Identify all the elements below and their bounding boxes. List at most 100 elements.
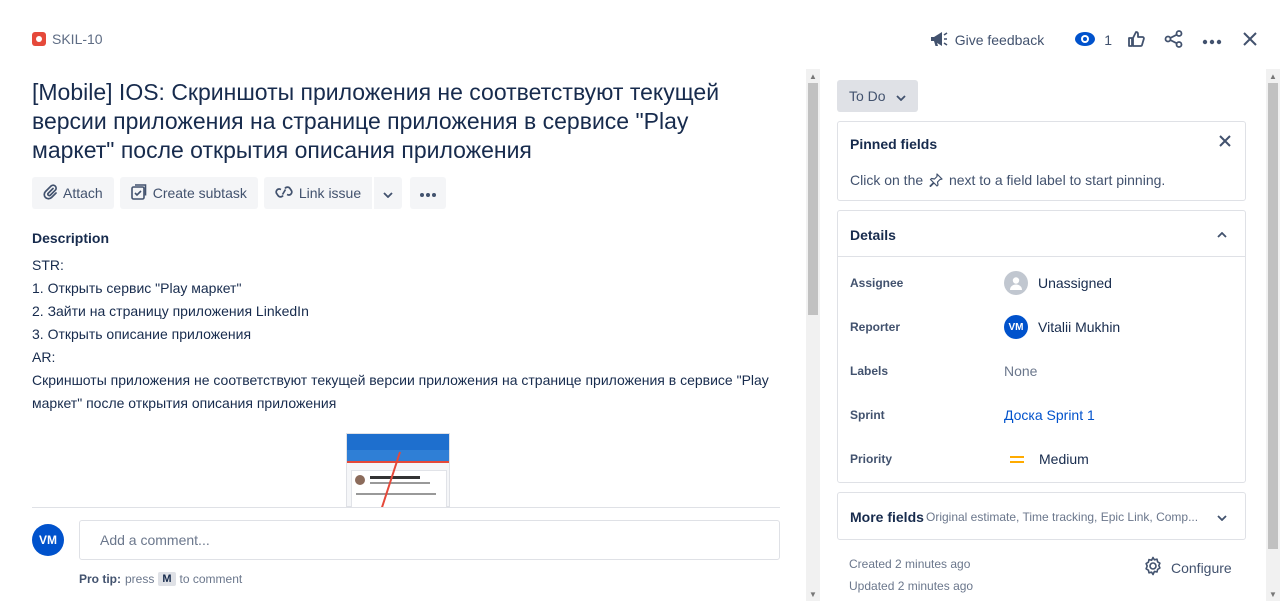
subtask-icon (130, 183, 147, 203)
share-icon (1164, 29, 1184, 51)
description-line: 1. Открыть сервис "Play маркет" (32, 280, 242, 296)
configure-label: Configure (1171, 559, 1232, 576)
scroll-down-icon[interactable]: ▼ (806, 587, 820, 601)
description-line: Скриншоты приложения не соответствуют те… (32, 372, 769, 411)
created-timestamp: Created 2 minutes ago (849, 557, 971, 571)
priority-medium-icon (1010, 454, 1024, 464)
pinned-fields-hint: Click on the next to a field label to st… (850, 172, 1165, 190)
description-line: STR: (32, 257, 64, 273)
bug-type-icon (32, 32, 46, 46)
description-body[interactable]: STR: 1. Открыть сервис "Play маркет" 2. … (32, 254, 784, 415)
issue-sidebar: To Do Pinned fields Click on the next to… (837, 80, 1246, 540)
field-label: Sprint (850, 408, 885, 422)
pinned-fields-panel: Pinned fields Click on the next to a fie… (837, 121, 1246, 201)
create-subtask-button[interactable]: Create subtask (119, 177, 258, 209)
issue-header: SKIL-10 Give feedback 1 (0, 0, 1280, 80)
attachment-thumbnail[interactable] (346, 433, 450, 507)
field-reporter[interactable]: Reporter VM Vitalii Mukhin (850, 315, 1235, 339)
pin-icon (929, 173, 943, 190)
field-value: Unassigned (1038, 275, 1112, 291)
scroll-up-icon[interactable]: ▲ (1266, 69, 1280, 83)
updated-timestamp: Updated 2 minutes ago (849, 579, 974, 593)
field-assignee[interactable]: Assignee Unassigned (850, 271, 1235, 295)
pinned-hint-pre: Click on the (850, 172, 924, 188)
sprint-link[interactable]: Доска Sprint 1 (1004, 407, 1095, 423)
close-icon (1242, 31, 1258, 50)
pinned-hint-post: next to a field label to start pinning. (948, 172, 1166, 188)
field-label: Reporter (850, 320, 901, 334)
status-dropdown[interactable]: To Do (837, 80, 918, 112)
field-value: None (1004, 363, 1038, 379)
field-label: Priority (850, 452, 893, 466)
screenshot-image (346, 433, 450, 507)
description-line: 2. Зайти на страницу приложения LinkedIn (32, 303, 309, 319)
details-title: Details (850, 227, 896, 243)
link-icon (275, 185, 293, 202)
description-line: 3. Открыть описание приложения (32, 326, 252, 342)
more-horizontal-icon (419, 185, 437, 201)
thumbs-up-icon (1127, 30, 1145, 51)
share-button[interactable] (1160, 26, 1188, 54)
issue-main-column: [Mobile] IOS: Скриншоты приложения не со… (32, 78, 784, 507)
main-scrollbar[interactable]: ▲ ▼ (806, 69, 820, 601)
user-placeholder-icon (1004, 271, 1028, 295)
link-issue-dropdown[interactable] (374, 177, 403, 209)
close-issue-button[interactable] (1236, 26, 1264, 54)
more-actions-button[interactable] (1198, 26, 1226, 54)
give-feedback-button[interactable]: Give feedback (929, 30, 1045, 51)
issue-title[interactable]: [Mobile] IOS: Скриншоты приложения не со… (32, 78, 772, 165)
gear-icon (1143, 556, 1163, 579)
scroll-thumb[interactable] (808, 83, 818, 315)
pro-tip: Pro tip: press M to comment (79, 572, 242, 586)
pro-tip-label: Pro tip: (79, 572, 121, 586)
scroll-up-icon[interactable]: ▲ (806, 69, 820, 83)
issue-key-link[interactable]: SKIL-10 (32, 31, 103, 47)
pro-tip-pre: press (125, 572, 155, 586)
keyboard-shortcut-key: M (158, 572, 176, 586)
more-fields-summary: Original estimate, Time tracking, Epic L… (926, 510, 1199, 524)
comment-divider (32, 507, 780, 508)
give-feedback-label: Give feedback (954, 32, 1045, 48)
pro-tip-post: to comment (179, 572, 243, 586)
create-subtask-label: Create subtask (152, 185, 247, 201)
chevron-down-icon (383, 185, 393, 201)
issue-key-text: SKIL-10 (52, 31, 103, 47)
like-button[interactable] (1122, 26, 1150, 54)
chevron-down-icon (895, 88, 906, 104)
comment-composer: VM Add a comment... (32, 520, 780, 560)
scroll-thumb[interactable] (1268, 83, 1278, 549)
more-toolbar-button[interactable] (410, 177, 447, 209)
description-line: AR: (32, 349, 56, 365)
details-header[interactable]: Details (838, 211, 1245, 257)
more-horizontal-icon (1202, 32, 1222, 48)
sidebar-scrollbar[interactable]: ▲ ▼ (1266, 69, 1280, 601)
configure-button[interactable]: Configure (1143, 556, 1232, 579)
chevron-down-icon[interactable] (1217, 508, 1227, 524)
more-fields-panel[interactable]: More fields Original estimate, Time trac… (837, 492, 1246, 540)
paperclip-icon (43, 183, 57, 203)
attach-button[interactable]: Attach (32, 177, 114, 209)
field-label: Assignee (850, 276, 904, 290)
comment-input[interactable]: Add a comment... (79, 520, 780, 560)
pinned-fields-title: Pinned fields (850, 136, 938, 152)
description-heading: Description (32, 230, 110, 246)
attach-label: Attach (63, 185, 103, 201)
megaphone-icon (929, 30, 949, 51)
avatar: VM (1004, 315, 1028, 339)
scroll-down-icon[interactable]: ▼ (1266, 587, 1280, 601)
eye-icon (1074, 31, 1096, 50)
field-labels[interactable]: Labels None (850, 359, 1235, 383)
field-value: Medium (1039, 451, 1089, 467)
more-fields-title: More fields (850, 509, 924, 525)
avatar: VM (32, 524, 64, 556)
field-label: Labels (850, 364, 889, 378)
field-priority[interactable]: Priority Medium (850, 447, 1235, 471)
watch-button[interactable]: 1 (1074, 31, 1112, 50)
field-sprint[interactable]: Sprint Доска Sprint 1 (850, 403, 1235, 427)
chevron-up-icon[interactable] (1217, 225, 1227, 241)
close-icon (1219, 134, 1231, 151)
link-issue-group: Link issue (263, 177, 403, 209)
link-issue-button[interactable]: Link issue (263, 177, 373, 209)
header-actions: Give feedback 1 (929, 26, 1264, 54)
close-pinned-button[interactable] (1219, 134, 1231, 152)
